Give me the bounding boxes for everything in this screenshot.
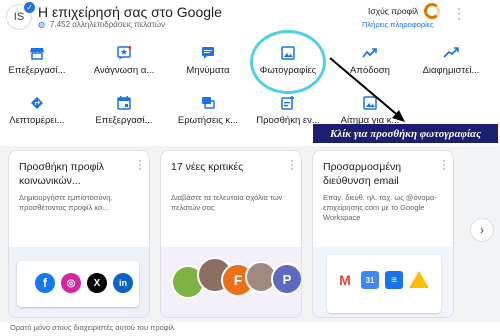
- more-options-icon[interactable]: · · ·: [137, 156, 143, 175]
- next-card-button[interactable]: ›: [470, 218, 494, 242]
- card-illustration: f ◎ X in: [9, 247, 149, 317]
- facebook-icon: f: [35, 273, 55, 293]
- card-description: Δημιουργήστε εμπιστοσύνη, προσθέτοντας π…: [19, 193, 113, 212]
- x-icon: X: [87, 273, 107, 293]
- calendar-app-icon: 31: [361, 271, 379, 289]
- gmail-icon: M: [335, 271, 355, 289]
- more-options-icon[interactable]: · · ·: [441, 156, 447, 175]
- card-description: Επαγ. διεύθ. ηλ. ταχ. ως @όνομα-επιχείρη…: [323, 193, 437, 222]
- more-options-icon[interactable]: · · ·: [289, 156, 295, 175]
- reviewer-initial-avatar: P: [271, 263, 301, 295]
- card-new-reviews[interactable]: 17 νέες κριτικές · · · Διαβάστε τα τελευτα…: [160, 150, 302, 318]
- card-title: 17 νέες κριτικές: [171, 161, 244, 173]
- card-custom-email[interactable]: Προσαρμοσμένη διεύθυνση email · · · Επαγ. …: [312, 150, 454, 318]
- drive-icon: [409, 271, 429, 288]
- docs-icon: ≡: [385, 271, 403, 289]
- instagram-icon: ◎: [61, 273, 81, 293]
- card-title: Προσθήκη προφίλ κοινωνικών...: [19, 161, 105, 187]
- linkedin-icon: in: [113, 273, 133, 293]
- card-social-profiles[interactable]: Προσθήκη προφίλ κοινωνικών... · · · Δημιου…: [8, 150, 150, 318]
- card-description: Διαβάστε τα τελευταία σχόλια των πελατών…: [171, 193, 283, 212]
- card-illustration: M 31 ≡: [313, 247, 453, 317]
- photo-callout-label: Κλίκ για προσθήκη φωτογραφίας: [313, 124, 498, 143]
- visibility-note: Ορατό μόνο στους διαχειριστές αυτού του …: [10, 323, 175, 332]
- card-title: Προσαρμοσμένη διεύθυνση email: [323, 161, 402, 187]
- card-illustration: F P: [161, 247, 301, 317]
